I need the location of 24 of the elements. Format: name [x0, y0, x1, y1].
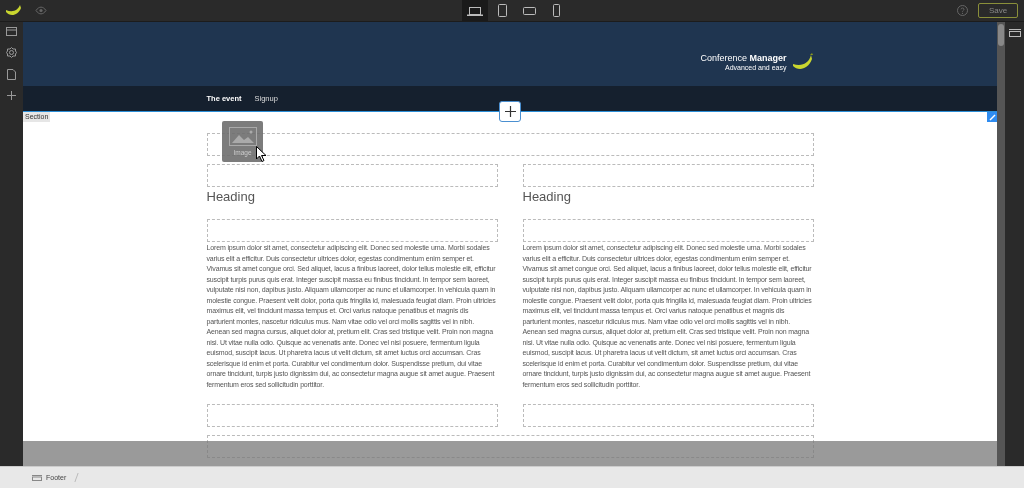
- banana-logo: [5, 3, 23, 18]
- heading: Heading: [206, 189, 256, 205]
- cursor-icon: [256, 146, 267, 162]
- laptop-icon: [467, 5, 483, 16]
- plus-icon: [504, 106, 516, 117]
- add-icon[interactable]: [7, 91, 16, 100]
- pencil-icon: [988, 113, 996, 121]
- tablet-landscape-icon: [522, 6, 536, 15]
- device-button[interactable]: [462, 0, 488, 21]
- window-icon[interactable]: [6, 27, 17, 36]
- tablet-icon: [497, 4, 507, 17]
- brand-name: Conference Manager: [700, 53, 787, 64]
- add-button[interactable]: [499, 101, 521, 122]
- save-button[interactable]: Save: [978, 3, 1018, 18]
- footer-icon: [32, 474, 42, 481]
- scrollbar-thumb[interactable]: [998, 24, 1004, 46]
- heading: Heading: [522, 189, 572, 205]
- footer-layout-icon[interactable]: [1008, 29, 1021, 38]
- edit-button[interactable]: [987, 112, 997, 122]
- phone-icon: [552, 4, 560, 17]
- settings-icon[interactable]: [6, 47, 17, 58]
- image-icon: [228, 127, 257, 146]
- page-icon[interactable]: [7, 69, 16, 80]
- scrollbar[interactable]: [997, 22, 1005, 466]
